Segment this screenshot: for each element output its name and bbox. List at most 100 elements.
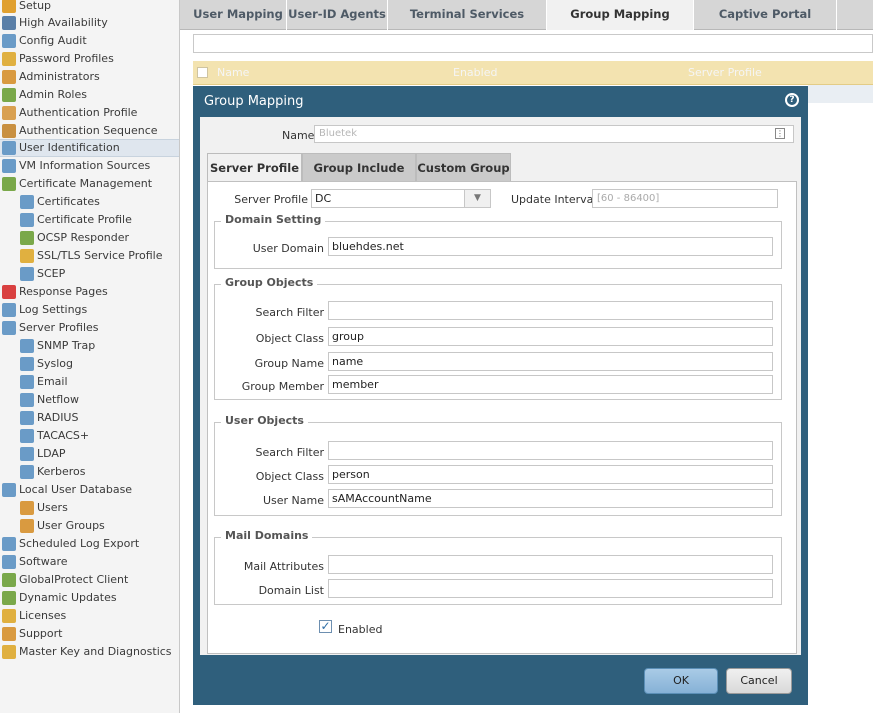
sidebar-item-kerberos[interactable]: Kerberos xyxy=(20,463,85,481)
device-sidebar: Setup High Availability Config Audit Pas… xyxy=(0,0,180,713)
sidebar-item-log-settings[interactable]: Log Settings xyxy=(2,301,87,319)
user-name-field[interactable]: sAMAccountName xyxy=(328,489,773,508)
email-icon xyxy=(20,375,34,389)
sidebar-item-radius[interactable]: RADIUS xyxy=(20,409,78,427)
sidebar-item-ocsp-responder[interactable]: OCSP Responder xyxy=(20,229,129,247)
name-field[interactable]: Bluetek ⋮ xyxy=(314,125,794,143)
sidebar-item-label: Master Key and Diagnostics xyxy=(19,645,172,658)
group-member-label: Group Member xyxy=(241,380,324,393)
netflow-icon xyxy=(20,393,34,407)
sidebar-item-users[interactable]: Users xyxy=(20,499,68,517)
dialog-title: Group Mapping xyxy=(204,94,304,109)
sidebar-item-setup[interactable]: Setup xyxy=(2,0,51,15)
sidebar-item-support[interactable]: Support xyxy=(2,625,62,643)
sidebar-item-config-audit[interactable]: Config Audit xyxy=(2,32,87,50)
sidebar-item-syslog[interactable]: Syslog xyxy=(20,355,73,373)
sidebar-item-label: SCEP xyxy=(37,267,66,280)
sidebar-item-admin-roles[interactable]: Admin Roles xyxy=(2,86,87,104)
tab-group-include-list[interactable]: Group Include List xyxy=(302,153,416,203)
sidebar-item-label: Certificate Management xyxy=(19,177,153,190)
name-label: Name xyxy=(282,129,315,142)
group-member-field[interactable]: member xyxy=(328,375,773,394)
sidebar-item-local-user-database[interactable]: Local User Database xyxy=(2,481,132,499)
tab-captive-portal-settings[interactable]: Captive Portal Settings xyxy=(694,0,837,49)
sidebar-item-label: User Identification xyxy=(19,141,120,154)
sidebar-item-licenses[interactable]: Licenses xyxy=(2,607,66,625)
sidebar-item-globalprotect-client[interactable]: GlobalProtect Client xyxy=(2,571,128,589)
sidebar-item-label: Licenses xyxy=(19,609,67,622)
group-search-filter-label: Search Filter xyxy=(255,306,324,319)
sidebar-item-snmp-trap[interactable]: SNMP Trap xyxy=(20,337,95,355)
tab-group-mapping-settings[interactable]: Group Mapping Settings xyxy=(547,0,694,49)
tab-server-profile[interactable]: Server Profile xyxy=(207,153,302,182)
domain-list-label: Domain List xyxy=(258,584,324,597)
tab-user-mapping[interactable]: User Mapping xyxy=(190,0,287,30)
group-title: User Objects xyxy=(221,414,308,427)
sidebar-item-response-pages[interactable]: Response Pages xyxy=(2,283,108,301)
local-db-icon xyxy=(2,483,16,497)
sidebar-item-scheduled-log-export[interactable]: Scheduled Log Export xyxy=(2,535,139,553)
vm-icon xyxy=(2,159,16,173)
user-groups-icon xyxy=(20,519,34,533)
sidebar-item-ssl-tls-service-profile[interactable]: SSL/TLS Service Profile xyxy=(20,247,162,265)
tab-terminal-services-agents[interactable]: Terminal Services Agents xyxy=(388,0,547,49)
cancel-button[interactable]: Cancel xyxy=(726,668,792,694)
user-domain-field[interactable]: bluehdes.net xyxy=(328,237,773,256)
sidebar-item-administrators[interactable]: Administrators xyxy=(2,68,100,86)
sidebar-item-label: RADIUS xyxy=(37,411,79,424)
sidebar-item-software[interactable]: Software xyxy=(2,553,68,571)
sidebar-item-label: Authentication Sequence xyxy=(19,124,158,137)
group-title: Mail Domains xyxy=(221,529,313,542)
sidebar-item-email[interactable]: Email xyxy=(20,373,68,391)
server-profile-select[interactable]: DC ▼ xyxy=(311,189,491,208)
sidebar-item-master-key[interactable]: Master Key and Diagnostics xyxy=(2,643,172,661)
sidebar-item-vm-information-sources[interactable]: VM Information Sources xyxy=(2,157,150,175)
sidebar-item-certificate-management[interactable]: Certificate Management xyxy=(2,175,152,193)
text-expand-icon[interactable]: ⋮ xyxy=(775,128,785,139)
sidebar-item-authentication-sequence[interactable]: Authentication Sequence xyxy=(2,122,158,140)
column-header-server-profile[interactable]: Server Profile xyxy=(688,61,762,85)
group-object-class-field[interactable]: group xyxy=(328,327,773,346)
server-profile-value: DC xyxy=(315,192,332,205)
filter-input[interactable] xyxy=(193,34,873,53)
sidebar-item-tacacs[interactable]: TACACS+ xyxy=(20,427,89,445)
sidebar-item-label: Server Profiles xyxy=(19,321,99,334)
sidebar-item-scep[interactable]: SCEP xyxy=(20,265,65,283)
tab-user-id-agents[interactable]: User-ID Agents xyxy=(287,0,388,30)
ldap-icon xyxy=(20,447,34,461)
sidebar-item-certificate-profile[interactable]: Certificate Profile xyxy=(20,211,132,229)
column-header-enabled[interactable]: Enabled xyxy=(453,61,497,85)
user-domain-label: User Domain xyxy=(252,242,324,255)
user-search-filter-field[interactable] xyxy=(328,441,773,460)
chevron-down-icon[interactable]: ▼ xyxy=(464,190,490,207)
sidebar-item-high-availability[interactable]: High Availability xyxy=(2,14,108,32)
sidebar-item-authentication-profile[interactable]: Authentication Profile xyxy=(2,104,137,122)
mail-attributes-field[interactable] xyxy=(328,555,773,574)
password-icon xyxy=(2,52,16,66)
user-object-class-field[interactable]: person xyxy=(328,465,773,484)
sidebar-item-label: Certificates xyxy=(37,195,100,208)
enabled-checkbox[interactable]: ✓ xyxy=(319,620,332,633)
sidebar-item-label: OCSP Responder xyxy=(37,231,130,244)
ok-button[interactable]: OK xyxy=(644,668,718,694)
help-icon[interactable]: ? xyxy=(785,93,799,107)
select-all-checkbox[interactable] xyxy=(197,67,208,78)
sidebar-item-user-groups[interactable]: User Groups xyxy=(20,517,105,535)
group-title: Group Objects xyxy=(221,276,318,289)
tab-custom-group[interactable]: Custom Group xyxy=(416,153,511,181)
mail-attributes-label: Mail Attributes xyxy=(243,560,324,573)
sidebar-item-ldap[interactable]: LDAP xyxy=(20,445,66,463)
sidebar-item-dynamic-updates[interactable]: Dynamic Updates xyxy=(2,589,117,607)
sidebar-item-user-identification[interactable]: User Identification xyxy=(0,139,179,157)
sidebar-item-server-profiles[interactable]: Server Profiles xyxy=(2,319,99,337)
domain-list-field[interactable] xyxy=(328,579,773,598)
column-header-name[interactable]: Name xyxy=(217,61,249,85)
cert-profile-icon xyxy=(20,213,34,227)
group-search-filter-field[interactable] xyxy=(328,301,773,320)
sidebar-item-password-profiles[interactable]: Password Profiles xyxy=(2,50,114,68)
group-name-field[interactable]: name xyxy=(328,352,773,371)
update-interval-input[interactable]: [60 - 86400] xyxy=(592,189,778,208)
sidebar-item-certificates[interactable]: Certificates xyxy=(20,193,100,211)
sidebar-item-netflow[interactable]: Netflow xyxy=(20,391,79,409)
cert-mgmt-icon xyxy=(2,177,16,191)
